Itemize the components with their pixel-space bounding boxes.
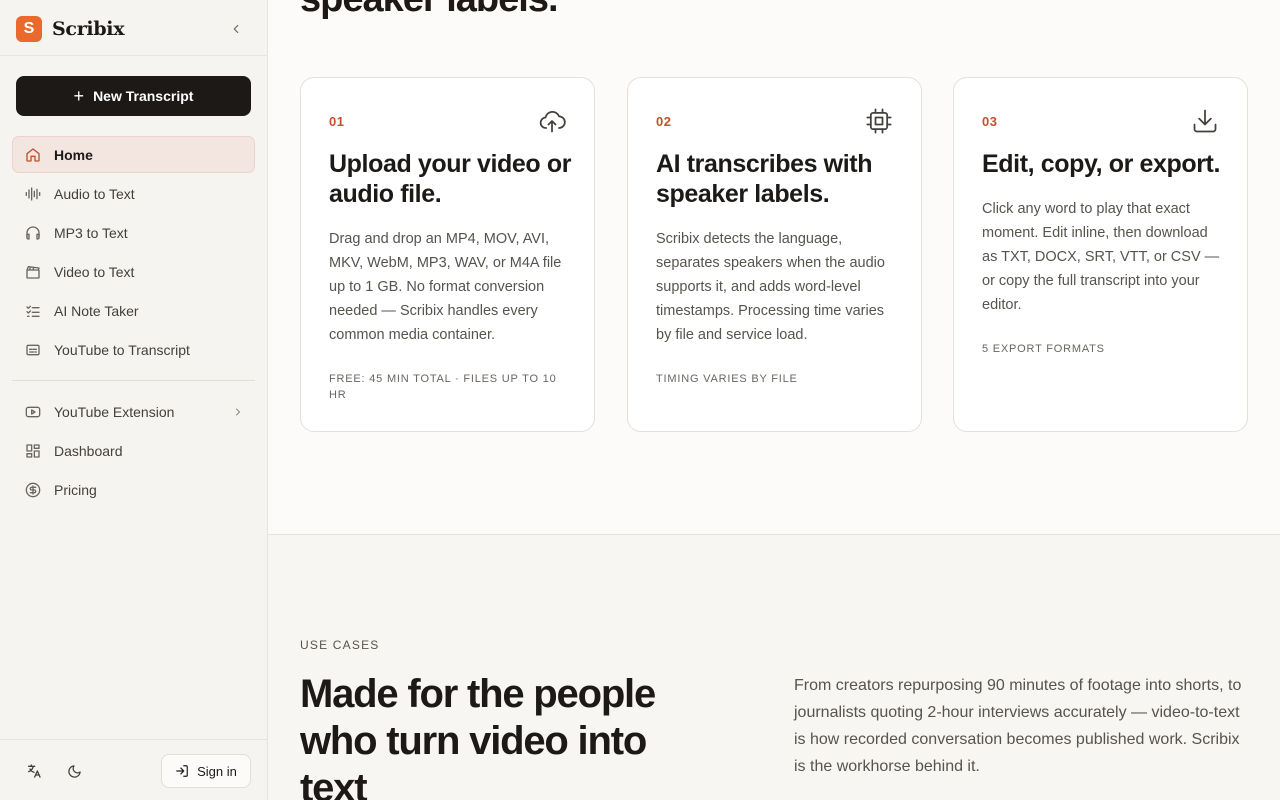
audio-wave-icon	[24, 185, 42, 203]
section-heading: speaker labels.	[300, 0, 559, 21]
step-body: Click any word to play that exact moment…	[982, 201, 1220, 313]
chevron-right-icon	[232, 406, 244, 418]
headphones-icon	[24, 224, 42, 242]
captions-icon	[24, 341, 42, 359]
sidebar-item-label: Pricing	[54, 481, 97, 498]
step-card-export: 03 Edit, copy, or export. Click any word…	[953, 77, 1248, 432]
step-body: Scribix detects the language, separates …	[656, 231, 885, 343]
theme-toggle-button[interactable]	[64, 761, 84, 781]
main-content: speaker labels. 01 Upload your video or …	[268, 0, 1280, 800]
dollar-circle-icon	[24, 481, 42, 499]
sidebar-divider	[0, 55, 267, 56]
sign-in-icon	[176, 765, 188, 777]
step-body: Drag and drop an MP4, MOV, AVI, MKV, Web…	[329, 231, 562, 343]
checklist-icon	[24, 302, 42, 320]
sidebar-item-youtube-to-transcript[interactable]: YouTube to Transcript	[12, 331, 255, 368]
brand-name: Scribix	[52, 18, 125, 40]
step-title: AI transcribes with speaker labels.	[656, 150, 873, 208]
sidebar-item-audio-to-text[interactable]: Audio to Text	[12, 175, 255, 212]
sidebar-item-home[interactable]: Home	[12, 136, 255, 173]
youtube-icon	[24, 403, 42, 421]
new-transcript-button[interactable]: + New Transcript	[16, 76, 251, 116]
collapse-sidebar-button[interactable]	[226, 19, 246, 39]
brand-logo: S	[16, 16, 42, 42]
step-card-upload: 01 Upload your video or audio file. Drag…	[300, 77, 595, 432]
plus-icon: +	[73, 86, 85, 106]
sidebar-item-label: YouTube to Transcript	[54, 341, 190, 358]
use-cases-heading: Made for the people who turn video into …	[300, 672, 656, 800]
dashboard-grid-icon	[24, 442, 42, 460]
sidebar-item-mp3-to-text[interactable]: MP3 to Text	[12, 214, 255, 251]
language-button[interactable]	[24, 761, 44, 781]
step-title: Upload your video or audio file.	[329, 150, 572, 208]
secondary-nav: YouTube Extension Dashboard Pricing	[12, 393, 255, 510]
step-tag: FREE: 45 MIN TOTAL · FILES UP TO 10 HR	[329, 373, 557, 401]
sidebar-item-label: Home	[54, 146, 93, 163]
download-icon	[1191, 107, 1219, 135]
sidebar-footer: Sign in	[0, 739, 267, 800]
new-transcript-label: New Transcript	[93, 88, 194, 104]
clapperboard-icon	[24, 263, 42, 281]
chevron-left-icon	[233, 24, 239, 34]
sidebar-item-label: YouTube Extension	[54, 403, 175, 420]
step-title: Edit, copy, or export.	[982, 150, 1220, 178]
home-icon	[24, 146, 42, 164]
brand[interactable]: S Scribix	[16, 16, 125, 42]
use-cases-description: From creators repurposing 90 minutes of …	[794, 677, 1242, 775]
nav-divider	[12, 380, 255, 381]
translate-icon	[28, 764, 41, 778]
sign-in-label: Sign in	[197, 763, 237, 779]
sidebar-item-label: Audio to Text	[54, 185, 135, 202]
use-cases-eyebrow: USE CASES	[300, 638, 380, 652]
cloud-upload-icon	[538, 107, 566, 135]
moon-icon	[67, 764, 81, 778]
sidebar-item-label: MP3 to Text	[54, 224, 128, 241]
sidebar-item-youtube-extension[interactable]: YouTube Extension	[12, 393, 255, 430]
sign-in-button[interactable]: Sign in	[161, 754, 251, 788]
step-number: 03	[982, 114, 998, 129]
sidebar-item-pricing[interactable]: Pricing	[12, 471, 255, 508]
sidebar-item-label: Video to Text	[54, 263, 135, 280]
step-tag: 5 EXPORT FORMATS	[982, 343, 1105, 355]
sidebar-item-label: AI Note Taker	[54, 302, 139, 319]
step-tag: TIMING VARIES BY FILE	[656, 373, 798, 385]
step-card-transcribe: 02 AI transcribes with speaker labels. S…	[627, 77, 922, 432]
sidebar-item-video-to-text[interactable]: Video to Text	[12, 253, 255, 290]
sidebar-item-ai-note-taker[interactable]: AI Note Taker	[12, 292, 255, 329]
step-number: 02	[656, 114, 672, 129]
sidebar: S Scribix + New Transcript Home Audio to…	[0, 0, 268, 800]
sidebar-item-label: Dashboard	[54, 442, 123, 459]
primary-nav: Home Audio to Text MP3 to Text Video to …	[12, 136, 255, 370]
sidebar-item-dashboard[interactable]: Dashboard	[12, 432, 255, 469]
step-number: 01	[329, 114, 345, 129]
cpu-chip-icon	[865, 107, 893, 135]
